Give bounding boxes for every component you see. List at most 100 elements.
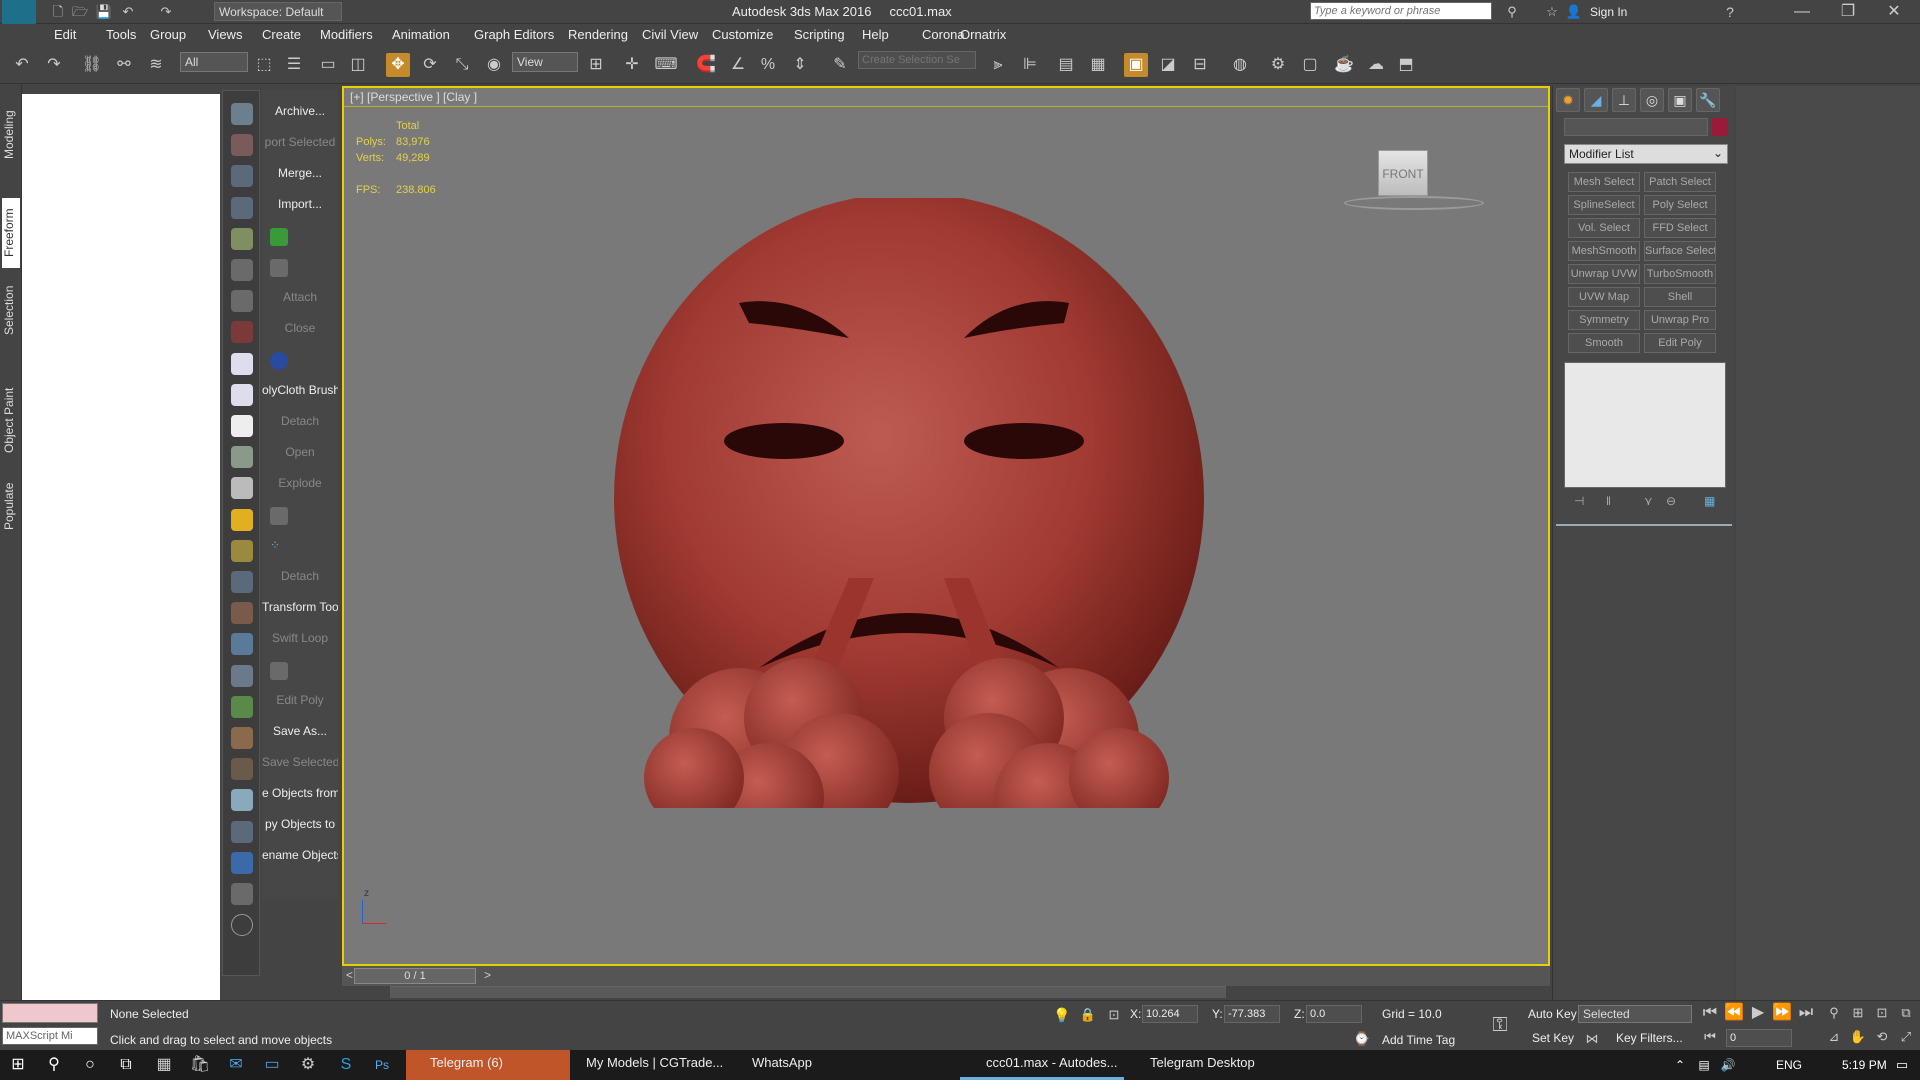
sign-in-link[interactable]: Sign In (1590, 5, 1627, 19)
zoom-extents-icon[interactable]: ⊡ (1870, 1001, 1894, 1025)
spinner-snap-icon[interactable]: ⇕ (788, 53, 812, 77)
undo-icon[interactable]: ↶ (10, 53, 34, 77)
user-icon[interactable]: 👤 (1562, 0, 1586, 24)
remove-modifier-icon[interactable]: ⊖ (1666, 494, 1676, 508)
hierarchy-tab-icon[interactable]: ⊥ (1612, 88, 1636, 112)
ellipse-icon[interactable] (231, 383, 253, 406)
isolate-selection-icon[interactable]: 💡 (1050, 1003, 1074, 1027)
cortana-icon[interactable]: ○ (78, 1053, 102, 1077)
modifier-stack[interactable] (1564, 362, 1726, 488)
script-button-import[interactable]: Import... (262, 197, 338, 211)
menu-group[interactable]: Group (150, 27, 186, 42)
pin-stack-icon[interactable]: ⊣ (1574, 494, 1584, 508)
motion-tab-icon[interactable]: ◎ (1640, 88, 1664, 112)
cone-icon[interactable] (231, 477, 253, 500)
modifier-button-patch-select[interactable]: Patch Select (1644, 172, 1716, 192)
help-icon[interactable]: ? (1718, 0, 1742, 24)
windows-start-icon[interactable]: ⊞ (6, 1053, 30, 1077)
script-icon[interactable] (262, 352, 338, 373)
modifier-button-ffd-select[interactable]: FFD Select (1644, 218, 1716, 238)
render-iterative-icon[interactable]: ☁ (1364, 53, 1388, 77)
mail-icon[interactable]: ✉ (224, 1053, 248, 1077)
render-in-cloud-icon[interactable]: ⬒ (1394, 53, 1418, 77)
script-icon[interactable] (262, 259, 338, 280)
modify-tab-icon[interactable]: ◢ (1584, 88, 1608, 112)
key-selection-dropdown[interactable]: Selected (1578, 1005, 1692, 1023)
wood-icon[interactable] (231, 727, 253, 749)
angry-emoji-model[interactable] (609, 198, 1209, 808)
script-button-close[interactable]: Close (262, 321, 338, 335)
object-color-swatch[interactable] (1712, 118, 1728, 136)
tool-icon[interactable]: ⁘ (270, 538, 288, 556)
curve-editor-icon[interactable]: ◪ (1156, 53, 1180, 77)
time-slider-next[interactable]: > (484, 968, 491, 982)
select-object-icon[interactable]: ⬚ (252, 53, 276, 77)
unlink-icon[interactable]: ⚯ (112, 53, 136, 77)
named-selection-set-input[interactable] (858, 51, 976, 69)
time-slider-thumb[interactable]: 0 / 1 (354, 968, 476, 984)
tool-icon[interactable] (270, 352, 288, 370)
absolute-mode-icon[interactable]: ⊡ (1102, 1003, 1126, 1027)
modifier-button-unwrap-pro[interactable]: Unwrap Pro (1644, 310, 1716, 330)
angle-snap-icon[interactable]: ∠ (726, 53, 750, 77)
redo-icon[interactable]: ↷ (154, 0, 178, 24)
save-icon[interactable]: 💾 (92, 0, 116, 24)
schematic-view-icon[interactable]: ⊟ (1188, 53, 1212, 77)
pan-icon[interactable]: ✋ (1846, 1025, 1870, 1049)
modifier-button-poly-select[interactable]: Poly Select (1644, 195, 1716, 215)
menu-scripting[interactable]: Scripting (794, 27, 845, 42)
grass-icon[interactable] (231, 695, 253, 718)
script-button-explode[interactable]: Explode (262, 476, 338, 490)
ribbon-tab-object-paint[interactable]: Object Paint (2, 380, 20, 460)
script-button-port-selected[interactable]: port Selected (262, 135, 338, 149)
script-button-open[interactable]: Open (262, 445, 338, 459)
modifier-button-vol-select[interactable]: Vol. Select (1568, 218, 1640, 238)
script-icon[interactable]: ⁘ (262, 538, 338, 556)
menu-ornatrix[interactable]: Ornatrix (960, 27, 1006, 42)
maximize-viewport-icon[interactable]: ⤢ (1894, 1025, 1918, 1049)
snaps-toggle-icon[interactable]: 🧲 (694, 53, 718, 77)
desktop-icon[interactable]: ▭ (260, 1053, 284, 1077)
rectangle-region-icon[interactable]: ▭ (316, 53, 340, 77)
viewcube-ring[interactable] (1344, 196, 1484, 210)
current-frame-field[interactable] (1726, 1029, 1792, 1047)
rock-icon[interactable] (231, 758, 253, 781)
save-icon[interactable] (231, 883, 253, 905)
ribbon-tab-selection[interactable]: Selection (2, 280, 20, 340)
play-icon[interactable]: ▶ (1746, 1001, 1770, 1025)
go-to-end-icon[interactable]: ⏭ (1794, 1001, 1818, 1025)
speaker-icon[interactable]: 🔊 (1716, 1053, 1740, 1077)
reference-coordinate-dropdown[interactable]: View (512, 52, 578, 72)
volume-up-icon[interactable]: ⌃ (1668, 1053, 1692, 1077)
zoom-icon[interactable]: ⚲ (1822, 1001, 1846, 1025)
viewport-label[interactable]: [+] [Perspective ] [Clay ] (350, 90, 477, 104)
key-filters-button[interactable]: Key Filters... (1616, 1031, 1683, 1045)
paint-icon[interactable] (231, 602, 253, 625)
maxscript-listener-pink[interactable] (2, 1003, 98, 1023)
make-unique-icon[interactable]: ⋎ (1644, 494, 1653, 508)
menu-corona[interactable]: Corona (922, 27, 965, 42)
modifier-button-surface-select[interactable]: Surface Select (1644, 241, 1716, 261)
new-file-icon[interactable]: 🗋 (46, 0, 70, 24)
utilities-tab-icon[interactable]: 🔧 (1696, 88, 1720, 112)
menu-graph-editors[interactable]: Graph Editors (474, 27, 554, 42)
store-icon[interactable]: 🛍 (188, 1053, 212, 1077)
configure-modifier-sets-icon[interactable]: ▦ (1704, 494, 1715, 508)
scale-icon[interactable]: ⤡ (450, 53, 474, 77)
edit-named-selection-icon[interactable]: ✎ (828, 53, 852, 77)
align-icon[interactable]: ⊫ (1018, 53, 1042, 77)
auto-key-button[interactable]: Auto Key (1528, 1007, 1577, 1021)
render-production-icon[interactable]: ☕ (1332, 53, 1356, 77)
orbit-icon[interactable]: ⟲ (1870, 1025, 1894, 1049)
script-button-detach[interactable]: Detach (262, 569, 338, 583)
table-icon[interactable] (231, 196, 253, 219)
task-view-icon[interactable]: ⧉ (114, 1053, 138, 1077)
modifier-button-smooth[interactable]: Smooth (1568, 333, 1640, 353)
set-key-mode-icon[interactable]: ⚿ (1488, 1013, 1512, 1037)
ribbon-tab-modeling[interactable]: Modeling (2, 100, 20, 170)
search-input[interactable] (1310, 2, 1492, 20)
modifier-button-symmetry[interactable]: Symmetry (1568, 310, 1640, 330)
manipulate-icon[interactable]: ✛ (620, 53, 644, 77)
open-file-icon[interactable]: 🗁 (68, 0, 92, 24)
track-bar[interactable] (390, 986, 1226, 998)
